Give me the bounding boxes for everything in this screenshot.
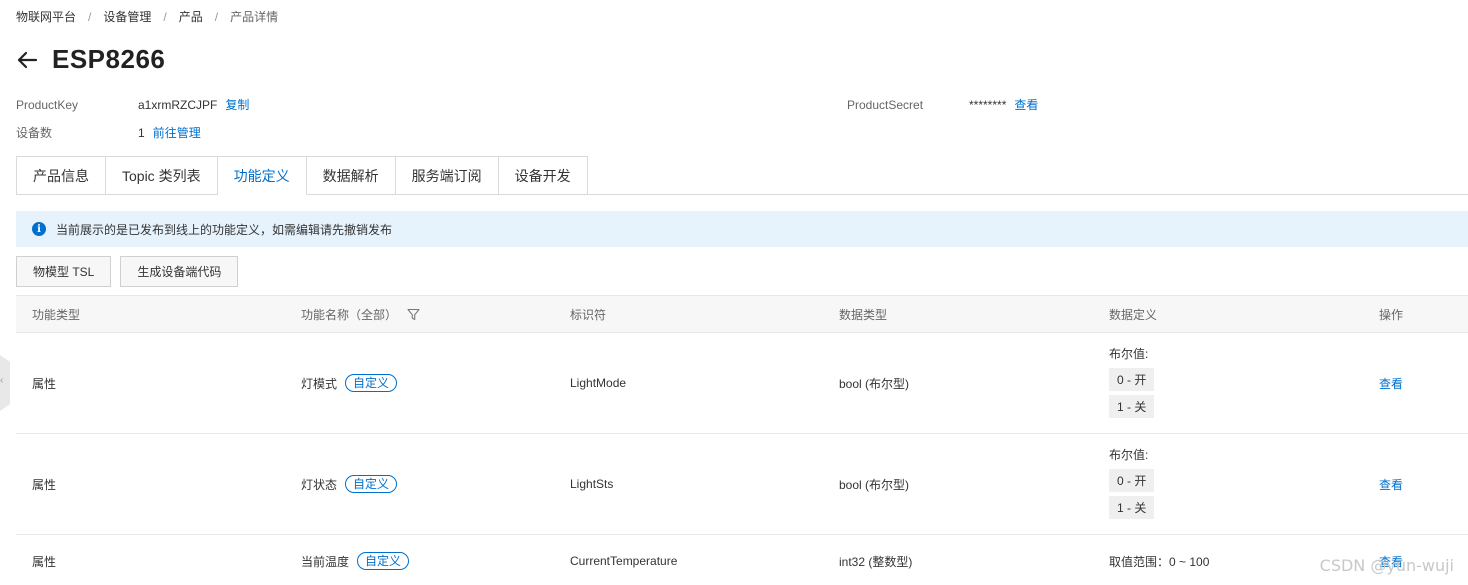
tab-bar: 产品信息 Topic 类列表 功能定义 数据解析 服务端订阅 设备开发: [16, 156, 1468, 195]
function-type: 属性: [32, 554, 57, 569]
tab-topic-list[interactable]: Topic 类列表: [106, 156, 218, 195]
function-name: 灯模式: [301, 376, 338, 391]
operation-cell: 查看: [1363, 476, 1468, 493]
back-arrow-icon[interactable]: [16, 48, 40, 72]
info-icon: i: [32, 222, 46, 236]
header-function-name-label: 功能名称（全部）: [301, 307, 398, 322]
data-type: int32 (整数型): [839, 554, 913, 569]
function-name: 当前温度: [301, 554, 350, 569]
product-key-value: a1xrmRZCJPF: [138, 97, 218, 112]
custom-tag: 自定义: [357, 552, 410, 570]
definition-title: 布尔值:: [1109, 346, 1149, 361]
identifier: LightMode: [570, 376, 627, 390]
generate-device-code-button[interactable]: 生成设备端代码: [120, 256, 239, 287]
identifier: CurrentTemperature: [570, 554, 678, 568]
action-buttons: 物模型 TSL 生成设备端代码: [16, 256, 247, 287]
product-key-label: ProductKey: [16, 97, 79, 112]
breadcrumb-separator: /: [214, 9, 219, 24]
identifier: LightSts: [570, 477, 614, 491]
definition-value: 0 - 开: [1109, 468, 1155, 492]
function-table: 功能类型 功能名称（全部） 标识符 数据类型 数据定义 操作 属性 灯模式 自定…: [16, 295, 1468, 585]
table-row: 属性 灯状态 自定义 LightSts bool (布尔型) 布尔值: 0 - …: [16, 434, 1468, 535]
header-operation: 操作: [1379, 307, 1404, 322]
function-type: 属性: [32, 376, 57, 391]
function-name-cell: 灯模式 自定义: [285, 374, 554, 392]
tsl-button[interactable]: 物模型 TSL: [16, 256, 112, 287]
breadcrumb-device-management[interactable]: 设备管理: [103, 8, 151, 25]
manage-devices-link[interactable]: 前往管理: [153, 124, 201, 141]
view-product-secret-link[interactable]: 查看: [1014, 96, 1038, 113]
data-definition: 布尔值: 0 - 开 1 - 关: [1093, 335, 1363, 432]
header-function-name: 功能名称（全部）: [285, 306, 554, 323]
page-header: ESP8266: [16, 44, 165, 75]
function-name-cell: 当前温度 自定义: [285, 552, 554, 570]
header-data-type: 数据类型: [839, 307, 888, 322]
function-type: 属性: [32, 477, 57, 492]
definition-title: 布尔值:: [1109, 447, 1149, 462]
chevron-left-icon: ‹: [0, 375, 4, 386]
page-title: ESP8266: [52, 44, 166, 74]
product-secret-value: ********: [969, 97, 1007, 112]
breadcrumb: 物联网平台 / 设备管理 / 产品 / 产品详情: [16, 8, 278, 25]
breadcrumb-products[interactable]: 产品: [179, 8, 203, 25]
info-alert: i 当前展示的是已发布到线上的功能定义，如需编辑请先撤销发布: [16, 211, 1468, 247]
tab-function-definition[interactable]: 功能定义: [217, 156, 307, 195]
definition-value: 0 - 开: [1109, 367, 1155, 391]
filter-icon[interactable]: [407, 308, 420, 321]
watermark: CSDN @yun-wuji: [1319, 556, 1454, 575]
breadcrumb-product-detail: 产品详情: [230, 10, 279, 24]
tab-product-info[interactable]: 产品信息: [16, 156, 106, 195]
product-key-row: ProductKey a1xrmRZCJPF 复制: [16, 96, 249, 113]
copy-product-key-link[interactable]: 复制: [225, 96, 249, 113]
alert-text: 当前展示的是已发布到线上的功能定义，如需编辑请先撤销发布: [56, 222, 393, 237]
breadcrumb-separator: /: [88, 9, 92, 24]
definition-value: 1 - 关: [1109, 495, 1155, 519]
device-count-label: 设备数: [16, 126, 53, 140]
tab-device-development[interactable]: 设备开发: [498, 156, 588, 195]
header-data-definition: 数据定义: [1109, 307, 1158, 322]
table-row: 属性 灯模式 自定义 LightMode bool (布尔型) 布尔值: 0 -…: [16, 333, 1468, 434]
device-count-value: 1: [138, 125, 145, 140]
definition-value: 1 - 关: [1109, 394, 1155, 418]
function-name: 灯状态: [301, 477, 338, 492]
view-function-link[interactable]: 查看: [1379, 377, 1403, 391]
breadcrumb-separator: /: [163, 9, 167, 24]
header-identifier: 标识符: [570, 307, 607, 322]
tab-server-subscription[interactable]: 服务端订阅: [395, 156, 499, 195]
breadcrumb-iot-platform[interactable]: 物联网平台: [16, 8, 76, 25]
table-row: 属性 当前温度 自定义 CurrentTemperature int32 (整数…: [16, 535, 1468, 585]
sidebar-collapse-handle[interactable]: ‹: [0, 355, 10, 411]
view-function-link[interactable]: 查看: [1379, 478, 1403, 492]
operation-cell: 查看: [1363, 375, 1468, 392]
device-count-row: 设备数 1 前往管理: [16, 124, 201, 141]
product-secret-row: ProductSecret ******** 查看: [847, 96, 1038, 113]
custom-tag: 自定义: [345, 475, 398, 493]
tab-data-parsing[interactable]: 数据解析: [306, 156, 396, 195]
data-type: bool (布尔型): [839, 477, 910, 492]
function-name-cell: 灯状态 自定义: [285, 475, 554, 493]
custom-tag: 自定义: [345, 374, 398, 392]
data-type: bool (布尔型): [839, 376, 910, 391]
header-function-type: 功能类型: [32, 307, 81, 322]
data-definition: 布尔值: 0 - 开 1 - 关: [1093, 436, 1363, 533]
product-secret-label: ProductSecret: [847, 97, 924, 112]
table-header: 功能类型 功能名称（全部） 标识符 数据类型 数据定义 操作: [16, 295, 1468, 333]
